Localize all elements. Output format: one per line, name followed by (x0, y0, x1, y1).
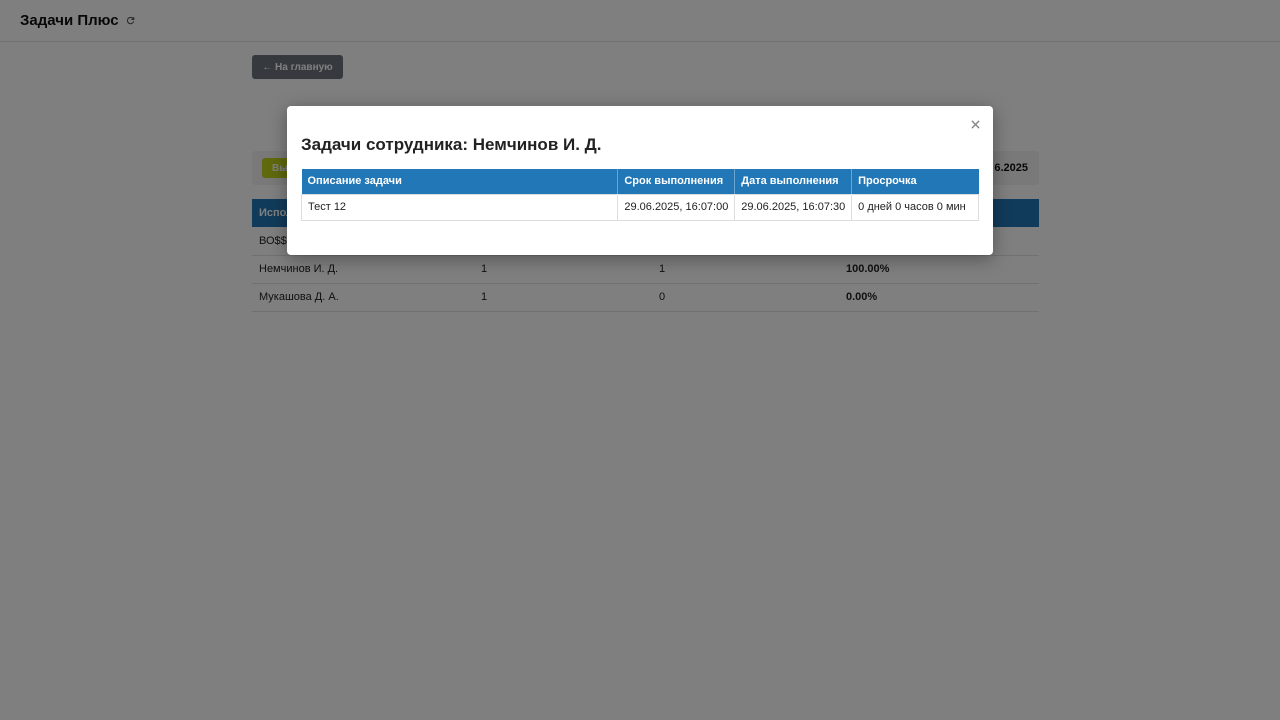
table-row[interactable]: Тест 12 29.06.2025, 16:07:00 29.06.2025,… (300, 193, 979, 221)
tasks-table: Описание задачи Срок выполнения Дата вып… (300, 169, 979, 221)
close-icon[interactable] (968, 117, 982, 131)
task-deadline: 29.06.2025, 16:07:00 (617, 193, 736, 221)
task-description: Тест 12 (300, 193, 619, 221)
header-description[interactable]: Описание задачи (301, 169, 619, 194)
employee-tasks-modal: Задачи сотрудника: Немчинов И. Д. Описан… (287, 106, 993, 255)
modal-title: Задачи сотрудника: Немчинов И. Д. (301, 135, 602, 154)
task-completed: 29.06.2025, 16:07:30 (734, 193, 853, 221)
header-deadline[interactable]: Срок выполнения (617, 169, 736, 194)
task-overdue: 0 дней 0 часов 0 мин (851, 193, 979, 221)
header-overdue[interactable]: Просрочка (851, 169, 979, 194)
tasks-header-row: Описание задачи Срок выполнения Дата вып… (301, 169, 979, 194)
header-completed[interactable]: Дата выполнения (734, 169, 853, 194)
